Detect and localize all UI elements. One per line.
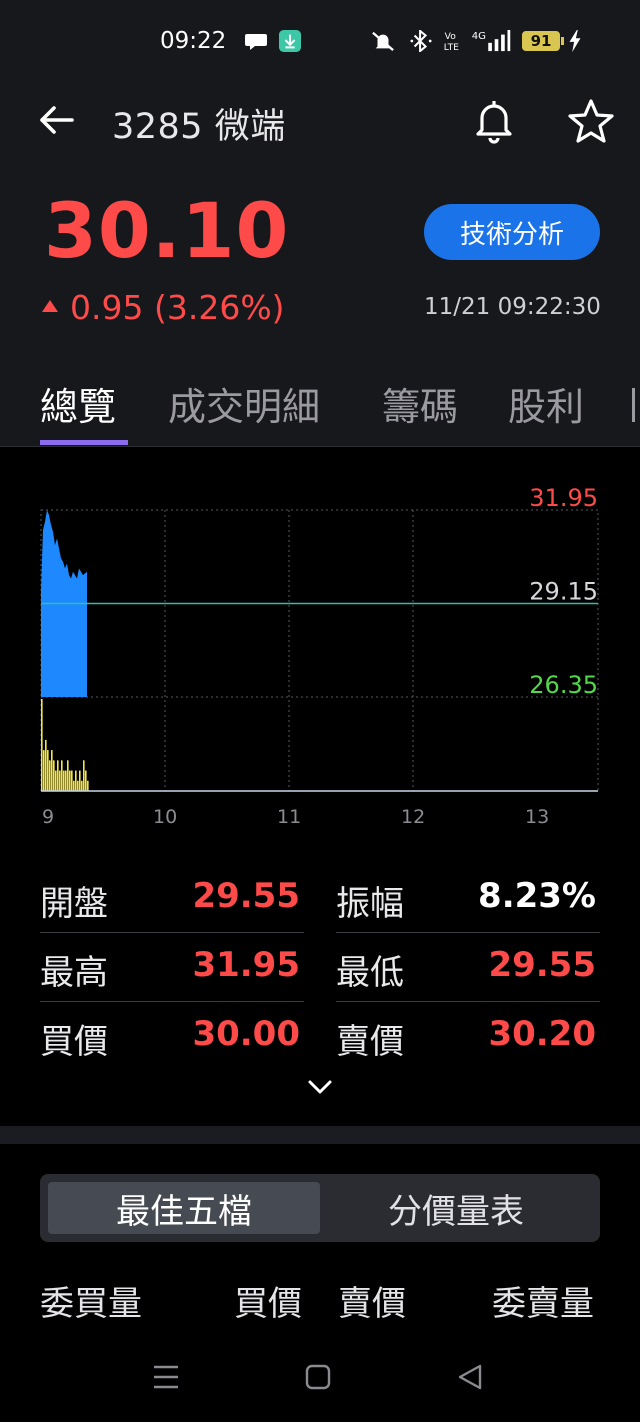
stat-divider <box>336 932 600 933</box>
current-price: 30.10 <box>44 186 290 275</box>
price-change: 0.95 (3.26%) <box>42 288 285 327</box>
stat-label: 開盤 <box>40 884 108 924</box>
tab-dividends[interactable]: 股利 <box>508 376 584 431</box>
recent-apps-icon[interactable] <box>152 1362 180 1392</box>
stat-divider <box>40 932 304 933</box>
stat-value: 8.23% <box>478 876 596 916</box>
battery-level: 91 <box>530 32 552 50</box>
header-ask-volume: 委賣量 <box>492 1284 594 1324</box>
volume-bar <box>69 770 71 791</box>
y-tick-high: 31.95 <box>529 484 598 512</box>
stat-value: 29.55 <box>192 876 300 916</box>
quote-timestamp: 11/21 09:22:30 <box>424 294 601 320</box>
volume-bar <box>83 760 85 791</box>
bluetooth-icon <box>410 30 432 52</box>
x-tick-label: 13 <box>525 806 549 828</box>
x-tick-label: 12 <box>401 806 425 828</box>
signal-icon: 4G <box>472 30 511 52</box>
stat-value: 30.20 <box>488 1014 596 1054</box>
header-ask-price: 賣價 <box>338 1284 406 1324</box>
intraday-chart: 31.95 29.15 26.35 9 10 11 12 13 <box>40 484 599 828</box>
technical-analysis-button[interactable]: 技術分析 <box>424 204 600 260</box>
download-icon <box>279 30 301 52</box>
volume-bar <box>59 770 61 791</box>
stat-label: 振幅 <box>336 884 404 924</box>
stat-divider <box>40 1001 304 1002</box>
y-tick-ref: 29.15 <box>529 578 598 606</box>
battery-cap <box>561 37 564 45</box>
x-tick-label: 11 <box>277 806 301 828</box>
charging-icon <box>569 30 581 52</box>
volume-bar <box>61 760 63 791</box>
volume-bar <box>63 770 65 791</box>
volume-bar <box>65 770 67 791</box>
stat-value: 31.95 <box>192 945 300 985</box>
bell-icon[interactable] <box>470 96 518 144</box>
x-tick-label: 10 <box>153 806 177 828</box>
tab-trade-details[interactable]: 成交明細 <box>168 376 320 431</box>
section-divider <box>0 1126 640 1144</box>
tab-divider <box>0 446 640 447</box>
svg-text:Vo: Vo <box>445 31 457 42</box>
segment-best-five[interactable]: 最佳五檔 <box>48 1182 320 1234</box>
volume-bar <box>51 750 53 791</box>
volte-icon: VoLTE <box>444 31 459 52</box>
stat-label: 賣價 <box>336 1022 404 1062</box>
chart-frame <box>40 509 599 792</box>
battery-indicator: 91 <box>522 31 560 51</box>
status-time: 09:22 <box>160 28 227 54</box>
stat-label: 買價 <box>40 1022 108 1062</box>
chevron-down-icon[interactable] <box>306 1076 334 1100</box>
stock-title: 3285 微端 <box>112 107 286 147</box>
y-tick-low: 26.35 <box>529 671 598 699</box>
volume-bar <box>53 760 55 791</box>
orderbook-segment: 最佳五檔 分價量表 <box>40 1174 600 1242</box>
mute-icon <box>372 31 394 52</box>
up-triangle-icon <box>42 299 58 312</box>
tab-chips[interactable]: 籌碼 <box>382 376 458 431</box>
volume-bar <box>49 760 51 791</box>
stat-divider <box>336 1001 600 1002</box>
volume-bar <box>77 780 79 791</box>
tab-indicator <box>40 440 128 445</box>
svg-text:LTE: LTE <box>444 42 459 52</box>
volume-bar <box>71 770 73 791</box>
stat-label: 最高 <box>40 953 108 993</box>
volume-bar <box>41 699 43 791</box>
segment-price-volume[interactable]: 分價量表 <box>320 1182 592 1234</box>
volume-bar <box>45 739 47 791</box>
volume-bar <box>47 750 49 791</box>
volume-bar <box>81 780 83 791</box>
price-change-text: 0.95 (3.26%) <box>70 288 285 327</box>
tab-overview[interactable]: 總覽 <box>40 376 116 431</box>
stat-label: 最低 <box>336 953 404 993</box>
tab-overflow-hint <box>632 388 640 422</box>
volume-bar <box>85 770 87 791</box>
stat-value: 30.00 <box>192 1014 300 1054</box>
volume-bar <box>57 760 59 791</box>
home-icon[interactable] <box>304 1362 332 1392</box>
chat-icon <box>245 34 267 50</box>
volume-bar <box>73 780 75 791</box>
x-tick-label: 9 <box>42 806 54 828</box>
volume-bar <box>87 780 89 791</box>
svg-text:4G: 4G <box>472 31 486 42</box>
volume-bar <box>79 770 81 791</box>
volume-bar <box>67 760 69 791</box>
star-icon[interactable] <box>566 96 616 146</box>
stat-value: 29.55 <box>488 945 596 985</box>
volume-bar <box>75 770 77 791</box>
back-arrow-icon[interactable] <box>36 100 76 140</box>
volume-bar <box>55 770 57 791</box>
header-bid-price: 買價 <box>234 1284 302 1324</box>
volume-bar <box>43 750 45 791</box>
back-nav-icon[interactable] <box>456 1362 484 1392</box>
header-bid-volume: 委買量 <box>40 1284 142 1324</box>
